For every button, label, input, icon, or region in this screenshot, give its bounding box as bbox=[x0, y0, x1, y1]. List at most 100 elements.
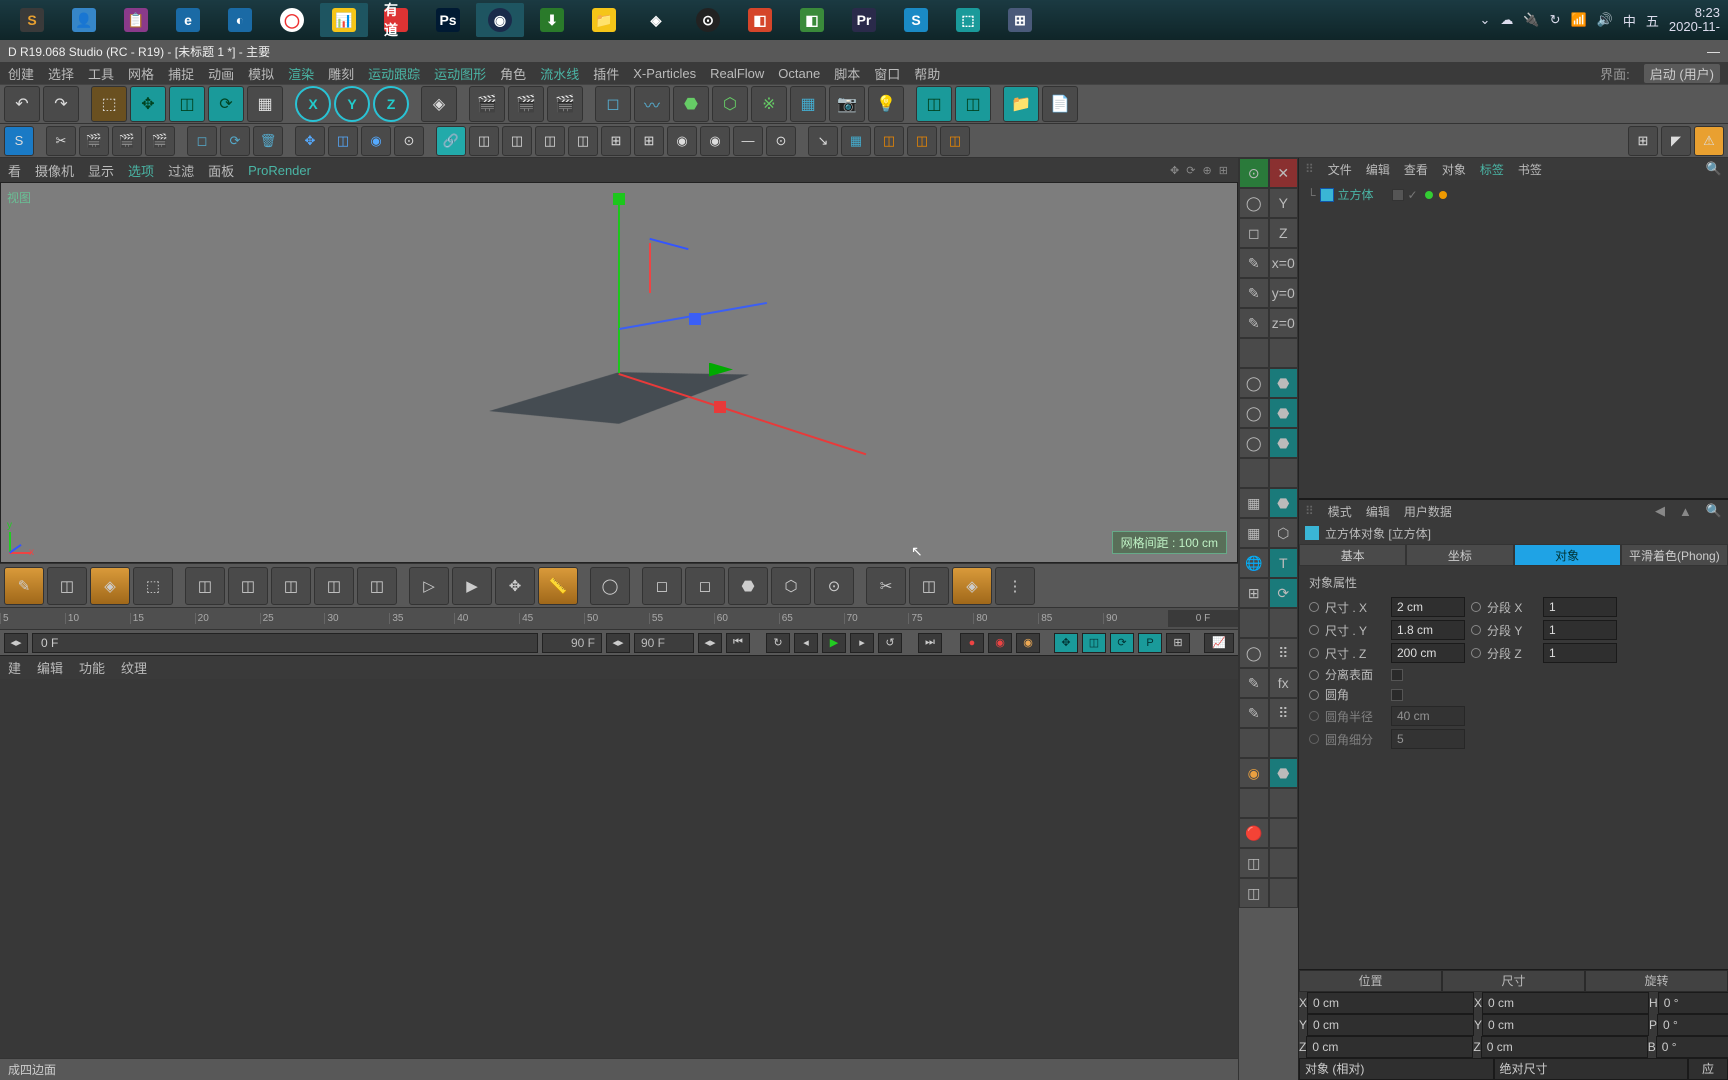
mbtn11[interactable]: ✥ bbox=[495, 567, 535, 605]
key-param[interactable]: P bbox=[1138, 633, 1162, 653]
time-stepper2[interactable]: ◂▸ bbox=[606, 633, 630, 653]
coord-apply-button[interactable]: 应 bbox=[1688, 1058, 1728, 1080]
loop2-button[interactable]: ↺ bbox=[878, 633, 902, 653]
attr-tab[interactable]: 对象 bbox=[1514, 544, 1621, 566]
menu-item[interactable]: 运动跟踪 bbox=[368, 64, 420, 83]
loop-button[interactable]: ↻ bbox=[766, 633, 790, 653]
tool-l5[interactable]: ◫ bbox=[568, 126, 598, 156]
task-app[interactable]: ⊞ bbox=[996, 3, 1044, 37]
tool-e1[interactable]: ⊞ bbox=[1628, 126, 1658, 156]
time-stepper[interactable]: ◂▸ bbox=[4, 633, 28, 653]
add-env[interactable]: ▦ bbox=[790, 86, 826, 122]
tool-l7[interactable]: ⊞ bbox=[634, 126, 664, 156]
side-tool-button[interactable]: ◉ bbox=[1239, 758, 1269, 788]
task-app[interactable]: 👤 bbox=[60, 3, 108, 37]
layout-selector[interactable]: 启动 (用户) bbox=[1644, 64, 1720, 83]
object-tree[interactable]: └ 立方体 ✓ bbox=[1299, 180, 1728, 498]
nav-icon[interactable]: ▲ bbox=[1679, 504, 1692, 519]
task-app[interactable]: ◐ bbox=[216, 3, 264, 37]
side-tool-button[interactable]: ▦ bbox=[1239, 488, 1269, 518]
vp-menu-item[interactable]: 显示 bbox=[88, 161, 114, 180]
rotate-tool[interactable]: ⟳ bbox=[208, 86, 244, 122]
attr-tab[interactable]: 平滑着色(Phong) bbox=[1621, 544, 1728, 566]
size-y-input[interactable] bbox=[1391, 620, 1465, 640]
vp-menu-item[interactable]: 摄像机 bbox=[35, 161, 74, 180]
add-deformer[interactable]: ※ bbox=[751, 86, 787, 122]
side-tool-button[interactable] bbox=[1269, 818, 1299, 848]
menu-item[interactable]: 流水线 bbox=[540, 64, 579, 83]
key-rot[interactable]: ⟳ bbox=[1110, 633, 1134, 653]
search-icon[interactable]: 🔍 bbox=[1706, 161, 1722, 177]
size-input[interactable] bbox=[1481, 1036, 1648, 1058]
tray-cloud-icon[interactable]: ☁ bbox=[1500, 12, 1513, 28]
side-tool-button[interactable]: ✎ bbox=[1239, 698, 1269, 728]
move-tool[interactable]: ✥ bbox=[130, 86, 166, 122]
separate-surface-checkbox[interactable] bbox=[1391, 669, 1403, 681]
side-tool-button[interactable]: ⊙ bbox=[1239, 158, 1269, 188]
side-tool-button[interactable]: ◯ bbox=[1239, 398, 1269, 428]
side-tool-button[interactable]: ✎ bbox=[1239, 278, 1269, 308]
attrmgr-menu-item[interactable]: 用户数据 bbox=[1404, 503, 1452, 520]
mbtn7[interactable]: ◫ bbox=[314, 567, 354, 605]
add-generator2[interactable]: ⬡ bbox=[712, 86, 748, 122]
render-picture[interactable]: 🎬 bbox=[508, 86, 544, 122]
attrmgr-menu-item[interactable]: 模式 bbox=[1328, 503, 1352, 520]
script-button[interactable]: 📄 bbox=[1042, 86, 1078, 122]
attrmgr-menu-item[interactable]: 编辑 bbox=[1366, 503, 1390, 520]
material-manager[interactable] bbox=[0, 679, 1238, 1058]
menu-item[interactable]: 帮助 bbox=[914, 64, 940, 83]
3d-viewport[interactable]: 视图 y x 网格间距 : 100 cm ↖ bbox=[0, 182, 1238, 563]
tool-l2[interactable]: ◫ bbox=[469, 126, 499, 156]
side-tool-button[interactable]: ◫ bbox=[1239, 878, 1269, 908]
tray-volume-icon[interactable]: 🔊 bbox=[1597, 12, 1613, 28]
mbtn8[interactable]: ◫ bbox=[357, 567, 397, 605]
content-browser[interactable]: 📁 bbox=[1003, 86, 1039, 122]
tool-snap[interactable]: ✥ bbox=[295, 126, 325, 156]
tool-r5[interactable]: ◫ bbox=[940, 126, 970, 156]
side-tool-button[interactable] bbox=[1269, 728, 1299, 758]
recent-tool[interactable]: ▦ bbox=[247, 86, 283, 122]
make-editable[interactable]: ✎ bbox=[4, 567, 44, 605]
task-app[interactable]: ⊙ bbox=[684, 3, 732, 37]
fcurve-button[interactable]: 📈 bbox=[1204, 633, 1234, 653]
tool-l11[interactable]: ⊙ bbox=[766, 126, 796, 156]
menu-item[interactable]: Octane bbox=[778, 66, 820, 81]
side-tool-button[interactable]: Z bbox=[1269, 218, 1299, 248]
tool-s[interactable]: S bbox=[4, 126, 34, 156]
task-app[interactable]: 有道 bbox=[372, 3, 420, 37]
vp-menu-item[interactable]: 选项 bbox=[128, 161, 154, 180]
side-tool-button[interactable]: ▦ bbox=[1239, 518, 1269, 548]
size-z-input[interactable] bbox=[1391, 643, 1465, 663]
tool-slate3[interactable]: 🎬 bbox=[145, 126, 175, 156]
task-app-c4d[interactable]: ◉ bbox=[476, 3, 524, 37]
task-app[interactable]: 📁 bbox=[580, 3, 628, 37]
menu-item[interactable]: 渲染 bbox=[288, 64, 314, 83]
objmgr-menu-item[interactable]: 编辑 bbox=[1366, 161, 1390, 178]
side-tool-button[interactable]: ⬡ bbox=[1269, 518, 1299, 548]
y-axis-lock[interactable]: Y bbox=[334, 86, 370, 122]
tool-l9[interactable]: ◉ bbox=[700, 126, 730, 156]
side-tool-button[interactable] bbox=[1239, 338, 1269, 368]
vp-menu-item[interactable]: 看 bbox=[8, 161, 21, 180]
side-tool-button[interactable]: z=0 bbox=[1269, 308, 1299, 338]
task-app[interactable]: S bbox=[892, 3, 940, 37]
side-tool-button[interactable]: x=0 bbox=[1269, 248, 1299, 278]
tool-slate2[interactable]: 🎬 bbox=[112, 126, 142, 156]
menu-item[interactable]: 工具 bbox=[88, 64, 114, 83]
mbtn3[interactable]: ⬚ bbox=[133, 567, 173, 605]
rot-input[interactable] bbox=[1656, 1036, 1728, 1058]
side-tool-button[interactable] bbox=[1239, 608, 1269, 638]
menu-item[interactable]: 脚本 bbox=[834, 64, 860, 83]
side-tool-button[interactable]: ⊞ bbox=[1239, 578, 1269, 608]
side-tool-button[interactable]: y=0 bbox=[1269, 278, 1299, 308]
tool-l3[interactable]: ◫ bbox=[502, 126, 532, 156]
task-app[interactable]: ⬚ bbox=[944, 3, 992, 37]
menu-item[interactable]: 创建 bbox=[8, 64, 34, 83]
side-tool-button[interactable]: ✎ bbox=[1239, 668, 1269, 698]
side-tool-button[interactable] bbox=[1269, 338, 1299, 368]
side-tool-button[interactable]: ✕ bbox=[1269, 158, 1299, 188]
attr-tab[interactable]: 坐标 bbox=[1406, 544, 1513, 566]
timeline-ruler[interactable]: 510152025303540455055606570758085900 F bbox=[0, 607, 1238, 629]
undo-button[interactable]: ↶ bbox=[4, 86, 40, 122]
menu-item[interactable]: 运动图形 bbox=[434, 64, 486, 83]
